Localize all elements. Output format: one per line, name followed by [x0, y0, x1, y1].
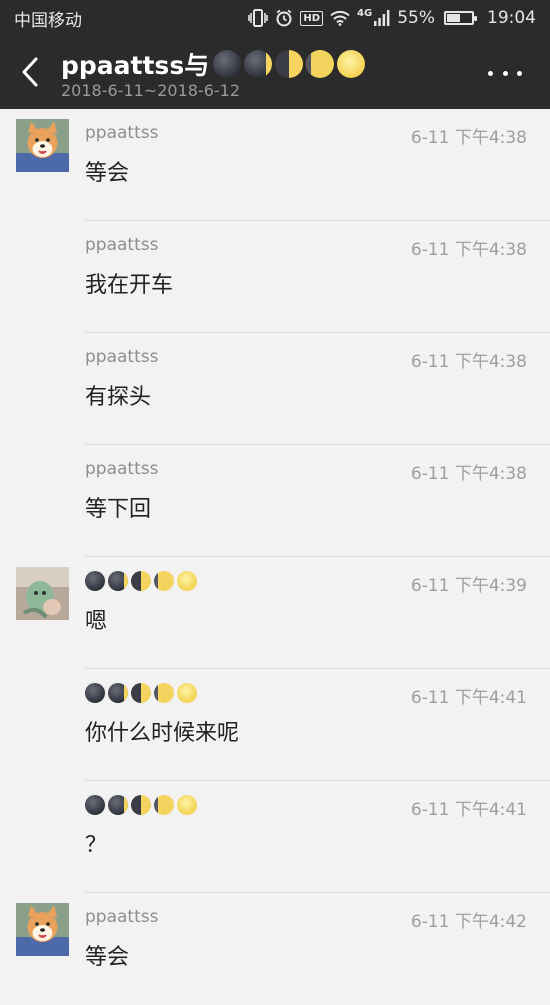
- status-bar: 中国移动 HD 4G 55% 19:04: [0, 0, 550, 36]
- message-text: 嗯: [85, 609, 108, 634]
- first-quarter-moon-icon: [131, 795, 151, 815]
- new-moon-icon: [85, 795, 105, 815]
- sender-name: ppaattss: [85, 459, 159, 479]
- full-moon-icon: [177, 683, 197, 703]
- message-text: 等会: [85, 945, 130, 970]
- message-time: 6-11 下午4:39: [410, 576, 527, 596]
- shiba-dog-icon: [16, 119, 69, 172]
- avatar[interactable]: [16, 903, 69, 956]
- message-item[interactable]: ppaattss 6-11 下午4:42 等会: [0, 893, 550, 1005]
- battery-percent: 55%: [397, 8, 435, 28]
- hd-icon: HD: [300, 10, 324, 26]
- waxing-gibbous-moon-icon: [306, 50, 335, 78]
- first-quarter-moon-icon: [131, 683, 151, 703]
- full-moon-icon: [337, 50, 366, 78]
- waxing-gibbous-moon-icon: [154, 795, 174, 815]
- first-quarter-moon-icon: [131, 571, 151, 591]
- sender-name: ppaattss: [85, 347, 159, 367]
- avatar[interactable]: [16, 567, 69, 620]
- message-text: 等会: [85, 161, 130, 186]
- sender-moon-emoji: [85, 683, 197, 703]
- shiba-dog-icon: [16, 903, 69, 956]
- full-moon-icon: [177, 571, 197, 591]
- battery-level: [447, 14, 460, 22]
- waxing-gibbous-moon-icon: [154, 571, 174, 591]
- chevron-left-icon: [22, 57, 38, 87]
- message-item[interactable]: ppaattss 6-11 下午4:38 有探头: [0, 333, 550, 445]
- avatar[interactable]: [16, 119, 69, 172]
- back-button[interactable]: [12, 50, 48, 94]
- carrier-label: 中国移动: [14, 10, 82, 31]
- full-moon-icon: [177, 795, 197, 815]
- message-time: 6-11 下午4:42: [410, 912, 527, 932]
- message-time: 6-11 下午4:38: [410, 464, 527, 484]
- first-quarter-moon-icon: [275, 50, 304, 78]
- new-moon-icon: [213, 50, 242, 78]
- sender-name: ppaattss: [85, 907, 159, 927]
- message-time: 6-11 下午4:38: [410, 128, 527, 148]
- message-time: 6-11 下午4:38: [410, 352, 527, 372]
- message-text: 我在开车: [85, 273, 174, 298]
- date-range: 2018-6-11~2018-6-12: [61, 81, 241, 100]
- message-item[interactable]: 6-11 下午4:41 你什么时候来呢: [0, 669, 550, 781]
- moon-emoji-sequence: [213, 50, 366, 78]
- waxing-crescent-moon-icon: [108, 683, 128, 703]
- more-button[interactable]: [488, 62, 522, 84]
- waxing-gibbous-moon-icon: [154, 683, 174, 703]
- message-time: 6-11 下午4:38: [410, 240, 527, 260]
- battery-icon: [444, 11, 477, 25]
- wifi-icon: [330, 10, 350, 26]
- message-item[interactable]: ppaattss 6-11 下午4:38 等会: [0, 109, 550, 221]
- network-type-label: 4G: [357, 7, 373, 19]
- more-dot: [517, 70, 522, 76]
- message-text: 你什么时候来呢: [85, 721, 240, 746]
- waxing-crescent-moon-icon: [108, 795, 128, 815]
- message-time: 6-11 下午4:41: [410, 688, 527, 708]
- sender-moon-emoji: [85, 795, 197, 815]
- sender-moon-emoji: [85, 571, 197, 591]
- waxing-crescent-moon-icon: [108, 571, 128, 591]
- message-item[interactable]: 6-11 下午4:41 ？: [0, 781, 550, 893]
- vibrate-icon: [248, 9, 269, 27]
- plush-toy-icon: [16, 567, 69, 620]
- message-text: ？: [85, 833, 108, 858]
- signal-icon: [374, 10, 390, 26]
- new-moon-icon: [85, 571, 105, 591]
- sender-name: ppaattss: [85, 123, 159, 143]
- message-item[interactable]: ppaattss 6-11 下午4:38 我在开车: [0, 221, 550, 333]
- message-item[interactable]: ppaattss 6-11 下午4:38 等下回: [0, 445, 550, 557]
- sender-name: ppaattss: [85, 235, 159, 255]
- title-bar: ppaattss与 2018-6-11~2018-6-12: [0, 36, 550, 109]
- new-moon-icon: [85, 683, 105, 703]
- message-item[interactable]: 6-11 下午4:39 嗯: [0, 557, 550, 669]
- message-text: 等下回: [85, 497, 152, 522]
- message-text: 有探头: [85, 385, 152, 410]
- message-time: 6-11 下午4:41: [410, 800, 527, 820]
- title-name: ppaattss与: [61, 51, 210, 80]
- clock-time: 19:04: [487, 8, 536, 28]
- more-dot: [488, 70, 493, 76]
- more-dot: [502, 70, 508, 76]
- waxing-crescent-moon-icon: [244, 50, 273, 78]
- page-title: ppaattss与: [61, 46, 366, 82]
- alarm-icon: [275, 9, 293, 27]
- chat-history-list[interactable]: ppaattss 6-11 下午4:38 等会 ppaattss 6-11 下午…: [0, 109, 550, 1005]
